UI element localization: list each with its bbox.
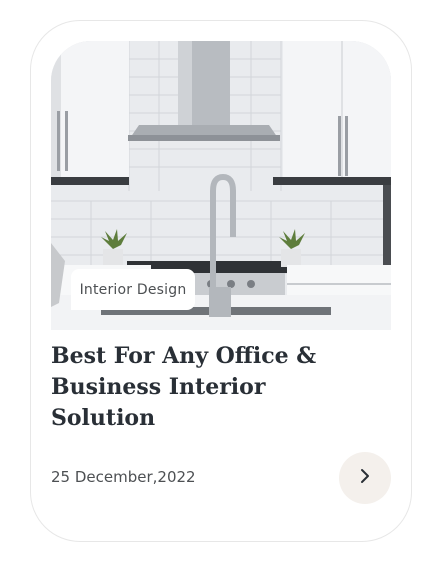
category-label: Interior Design bbox=[79, 281, 187, 298]
chevron-right-icon bbox=[358, 468, 372, 488]
post-date: 25 December,2022 bbox=[51, 468, 196, 486]
category-tag[interactable]: Interior Design bbox=[71, 269, 195, 310]
card-title[interactable]: Best For Any Office & Business Interior … bbox=[51, 341, 331, 434]
next-arrow-button[interactable] bbox=[339, 452, 391, 504]
